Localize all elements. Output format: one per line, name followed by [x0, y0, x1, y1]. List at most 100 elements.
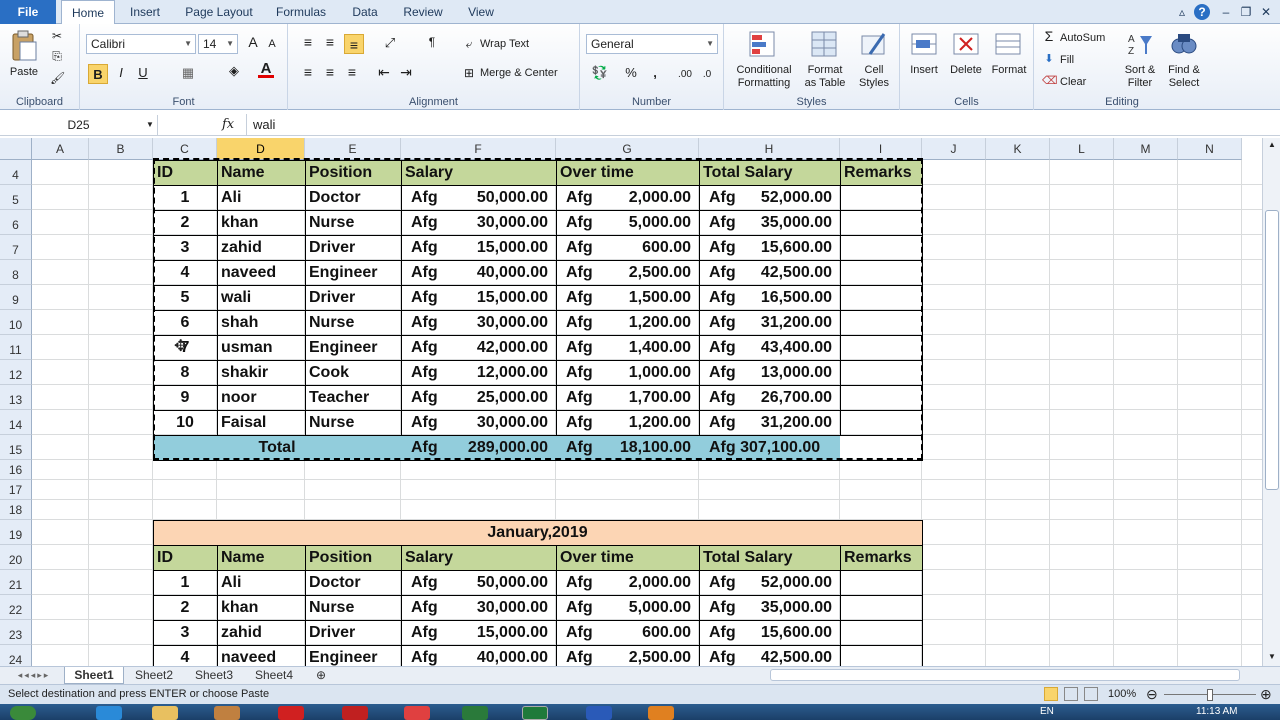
column-header-k[interactable]: K: [986, 138, 1050, 160]
paste-icon[interactable]: [10, 30, 38, 62]
new-sheet-icon[interactable]: ⊕: [310, 667, 332, 684]
font-name-box[interactable]: Calibri ▼: [86, 34, 196, 54]
merge-center-button[interactable]: Merge & Center: [480, 67, 570, 80]
sort-filter-button[interactable]: Sort & Filter: [1118, 64, 1162, 90]
find-select-icon[interactable]: [1170, 30, 1198, 58]
horizontal-scrollbar[interactable]: [770, 669, 1240, 681]
t2-row-remarks[interactable]: [840, 595, 922, 620]
minimize-ribbon-icon[interactable]: ▵: [1174, 4, 1190, 20]
t2-row-position[interactable]: Driver: [305, 620, 401, 645]
t2-row-position[interactable]: Engineer: [305, 645, 401, 666]
zoom-out-icon[interactable]: ⊖: [1146, 686, 1158, 703]
t2-header-5[interactable]: Total Salary: [699, 545, 840, 570]
formula-input[interactable]: wali: [246, 114, 1266, 136]
clock[interactable]: 11:13 AM: [1196, 706, 1238, 717]
window-restore-icon[interactable]: ❐: [1238, 4, 1254, 20]
row-header-7[interactable]: 7: [0, 235, 32, 260]
t2-row-name[interactable]: zahid: [217, 620, 305, 645]
row-header-23[interactable]: 23: [0, 620, 32, 645]
orientation-icon[interactable]: ⤢: [380, 36, 400, 49]
sheet-tab-1[interactable]: Sheet1: [64, 667, 124, 684]
t2-row-remarks[interactable]: [840, 645, 922, 666]
sort-filter-icon[interactable]: AZ: [1126, 30, 1154, 58]
comma-style-icon[interactable]: ,: [648, 66, 662, 79]
zoom-slider-thumb[interactable]: [1207, 689, 1213, 701]
publisher-taskbar-icon[interactable]: [462, 706, 488, 720]
clear-button[interactable]: Clear: [1060, 76, 1100, 89]
fill-button[interactable]: Fill: [1060, 54, 1100, 67]
column-header-n[interactable]: N: [1178, 138, 1242, 160]
window-minimize-icon[interactable]: –: [1218, 4, 1234, 20]
align-center-icon[interactable]: ≡: [322, 65, 338, 79]
name-box[interactable]: D25: [0, 115, 158, 135]
name-box-dropdown-icon[interactable]: ▼: [146, 115, 154, 135]
insert-function-icon[interactable]: fx: [222, 115, 244, 135]
align-right-icon[interactable]: ≡: [344, 65, 360, 79]
t2-row-overtime[interactable]: 5,000.00: [606, 595, 699, 620]
format-painter-icon[interactable]: 🖌: [50, 72, 65, 85]
sheet-nav-icon[interactable]: ◂◂◂▸▸: [6, 667, 62, 684]
normal-view-icon[interactable]: [1044, 687, 1058, 701]
app2-taskbar-icon[interactable]: [342, 706, 368, 720]
row-header-5[interactable]: 5: [0, 185, 32, 210]
column-header-h[interactable]: H: [699, 138, 840, 160]
autosum-button[interactable]: AutoSum: [1060, 32, 1120, 45]
t2-row-position[interactable]: Nurse: [305, 595, 401, 620]
column-header-b[interactable]: B: [89, 138, 153, 160]
increase-indent-icon[interactable]: ⇥: [398, 65, 414, 79]
language-indicator[interactable]: EN: [1040, 706, 1054, 717]
t2-header-2[interactable]: Position: [305, 545, 401, 570]
t2-row-total[interactable]: 15,600.00: [739, 620, 840, 645]
decrease-decimal-icon[interactable]: .0: [698, 68, 716, 81]
find-select-button[interactable]: Find & Select: [1162, 64, 1206, 90]
grow-font-icon[interactable]: A: [246, 35, 260, 49]
tab-view[interactable]: View: [460, 0, 502, 24]
row-header-4[interactable]: 4: [0, 160, 32, 185]
t2-row-total[interactable]: 35,000.00: [739, 595, 840, 620]
excel-taskbar-icon[interactable]: [522, 706, 548, 720]
wrap-text-button[interactable]: Wrap Text: [480, 38, 550, 51]
percent-icon[interactable]: %: [624, 66, 638, 79]
t2-row-remarks[interactable]: [840, 620, 922, 645]
column-header-g[interactable]: G: [556, 138, 699, 160]
conditional-formatting-button[interactable]: Conditional Formatting: [728, 64, 800, 90]
autosum-icon[interactable]: Σ: [1042, 29, 1056, 43]
align-bottom-icon[interactable]: ≡: [344, 34, 364, 54]
format-button[interactable]: Format: [988, 64, 1030, 77]
t2-row-salary[interactable]: 15,000.00: [451, 620, 556, 645]
row-header-13[interactable]: 13: [0, 385, 32, 410]
column-header-c[interactable]: C: [153, 138, 217, 160]
align-middle-icon[interactable]: ≡: [322, 35, 338, 49]
column-header-d[interactable]: D: [217, 138, 305, 160]
sheet-tab-3[interactable]: Sheet3: [186, 667, 242, 684]
t2-row-total[interactable]: 42,500.00: [739, 645, 840, 666]
font-size-box[interactable]: 14 ▼: [198, 34, 238, 54]
format-as-table-button[interactable]: Format as Table: [800, 64, 850, 90]
row-header-16[interactable]: 16: [0, 460, 32, 480]
t2-header-4[interactable]: Over time: [556, 545, 699, 570]
row-header-21[interactable]: 21: [0, 570, 32, 595]
help-icon[interactable]: ?: [1194, 4, 1210, 20]
row-header-14[interactable]: 14: [0, 410, 32, 435]
font-color-icon[interactable]: A: [258, 61, 274, 78]
delete-button[interactable]: Delete: [946, 64, 986, 77]
delete-cells-icon[interactable]: [952, 30, 980, 58]
scroll-down-icon[interactable]: ▼: [1265, 652, 1279, 664]
cell-styles-icon[interactable]: [860, 30, 888, 58]
tab-file[interactable]: File: [0, 0, 56, 24]
t2-header-1[interactable]: Name: [217, 545, 305, 570]
format-cells-icon[interactable]: [994, 30, 1022, 58]
t2-row-overtime[interactable]: 2,000.00: [606, 570, 699, 595]
tab-home[interactable]: Home: [61, 0, 115, 25]
vertical-scrollbar[interactable]: ▲ ▼: [1262, 138, 1280, 666]
row-header-11[interactable]: 11: [0, 335, 32, 360]
increase-decimal-icon[interactable]: .00: [676, 68, 694, 81]
t2-row-position[interactable]: Doctor: [305, 570, 401, 595]
word-taskbar-icon[interactable]: [586, 706, 612, 720]
t2-row-id[interactable]: 1: [153, 570, 217, 595]
borders-icon[interactable]: ▦: [180, 66, 196, 79]
conditional-formatting-icon[interactable]: [748, 30, 776, 58]
row-header-19[interactable]: 19: [0, 520, 32, 545]
sheet-tab-4[interactable]: Sheet4: [246, 667, 302, 684]
column-header-i[interactable]: I: [840, 138, 922, 160]
